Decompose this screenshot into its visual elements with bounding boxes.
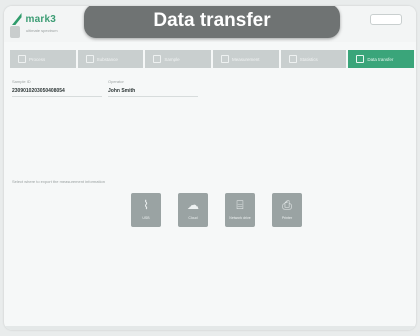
step-process[interactable]: Process	[10, 50, 76, 68]
operator-value: John Smith	[108, 88, 136, 94]
brand-logo: mark3	[12, 12, 56, 26]
action-label: Cloud	[188, 216, 198, 220]
operator-label: Operator	[108, 79, 124, 84]
step-label: Data transfer	[367, 56, 394, 62]
step-data-transfer[interactable]: Data transfer	[348, 50, 415, 68]
printer-button[interactable]: ⎙ Printer	[272, 193, 302, 227]
network-icon: ⌸	[236, 198, 244, 212]
step-label: Substance	[96, 56, 118, 62]
action-label: Network drive	[229, 216, 251, 220]
action-label: USB	[142, 216, 150, 220]
network-drive-button[interactable]: ⌸ Network drive	[225, 193, 255, 227]
workflow-steps: Process Substance Sample Measurement Sta…	[10, 50, 415, 68]
top-right-button[interactable]	[370, 14, 402, 25]
usb-button[interactable]: ⌇ USB	[131, 193, 161, 227]
step-statistics[interactable]: Statistics	[280, 50, 347, 68]
usb-icon: ⌇	[143, 198, 149, 212]
top-right-controls	[364, 14, 408, 25]
home-button[interactable]	[10, 26, 20, 38]
cloud-button[interactable]: ☁ Cloud	[178, 193, 208, 227]
logo-wordmark: mark3	[25, 13, 56, 25]
transfer-icon	[356, 55, 365, 63]
sample-icon	[153, 55, 162, 63]
bottom-bar	[4, 326, 416, 330]
operator-underline	[108, 96, 198, 97]
sample-id-label: Sample ID	[12, 79, 31, 84]
step-label: Statistics	[299, 56, 318, 62]
page-title: Data transfer	[84, 6, 340, 38]
step-label: Sample	[164, 56, 180, 62]
step-substance[interactable]: Substance	[77, 50, 144, 68]
export-actions: ⌇ USB ☁ Cloud ⌸ Network drive ⎙ Printer	[131, 193, 302, 227]
logo-subtitle: ultimate spectrum	[26, 28, 58, 33]
substance-icon	[85, 55, 94, 63]
process-icon	[18, 55, 26, 63]
step-label: Process	[29, 56, 46, 62]
printer-icon: ⎙	[282, 198, 292, 212]
step-measurement[interactable]: Measurement	[213, 50, 279, 68]
logo-mark-icon	[12, 13, 22, 25]
app-window: mark3 ultimate spectrum Process Substanc…	[4, 6, 416, 330]
step-sample[interactable]: Sample	[145, 50, 212, 68]
sample-id-underline	[12, 96, 102, 97]
step-label: Measurement	[232, 56, 260, 62]
statistics-icon	[288, 55, 297, 63]
measurement-icon	[221, 55, 230, 63]
export-instructions: Select where to export the measurement i…	[12, 179, 105, 184]
cloud-icon: ☁	[187, 198, 199, 212]
action-label: Printer	[281, 216, 293, 220]
sample-id-value: 2309010203050408054	[12, 88, 65, 94]
